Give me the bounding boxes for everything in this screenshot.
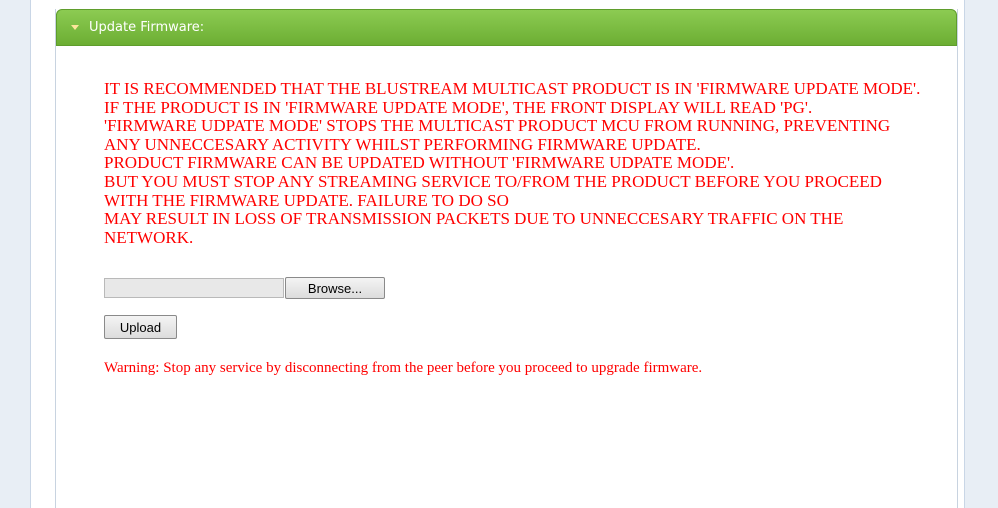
notice-line: PRODUCT FIRMWARE CAN BE UPDATED WITHOUT … xyxy=(104,153,735,173)
file-upload-row: Browse... xyxy=(104,277,957,300)
browse-button[interactable]: Browse... xyxy=(285,277,385,300)
upgrade-warning: Warning: Stop any service by disconnecti… xyxy=(104,360,703,377)
notice-line: BUT YOU MUST STOP ANY STREAMING SERVICE … xyxy=(104,171,882,210)
right-frame xyxy=(964,0,998,508)
collapse-triangle-icon[interactable] xyxy=(71,25,79,30)
panel-header[interactable]: Update Firmware: xyxy=(56,9,957,46)
panel-body: IT IS RECOMMENDED THAT THE BLUSTREAM MUL… xyxy=(56,46,957,377)
panel-title: Update Firmware: xyxy=(89,20,205,35)
notice-line: IT IS RECOMMENDED THAT THE BLUSTREAM MUL… xyxy=(104,79,921,98)
notice-line: IF THE PRODUCT IS IN 'FIRMWARE UPDATE MO… xyxy=(104,97,813,117)
file-path-field[interactable] xyxy=(104,278,284,299)
upload-button[interactable]: Upload xyxy=(104,315,177,340)
update-firmware-panel: Update Firmware: IT IS RECOMMENDED THAT … xyxy=(55,9,958,508)
notice-line: MAY RESULT IN LOSS OF TRANSMISSION PACKE… xyxy=(104,209,844,247)
notice-line: 'FIRMWARE UDPATE MODE' STOPS THE MULTICA… xyxy=(104,116,891,154)
firmware-notice: IT IS RECOMMENDED THAT THE BLUSTREAM MUL… xyxy=(104,79,924,247)
page: Update Firmware: IT IS RECOMMENDED THAT … xyxy=(0,0,998,508)
left-frame xyxy=(0,0,31,508)
